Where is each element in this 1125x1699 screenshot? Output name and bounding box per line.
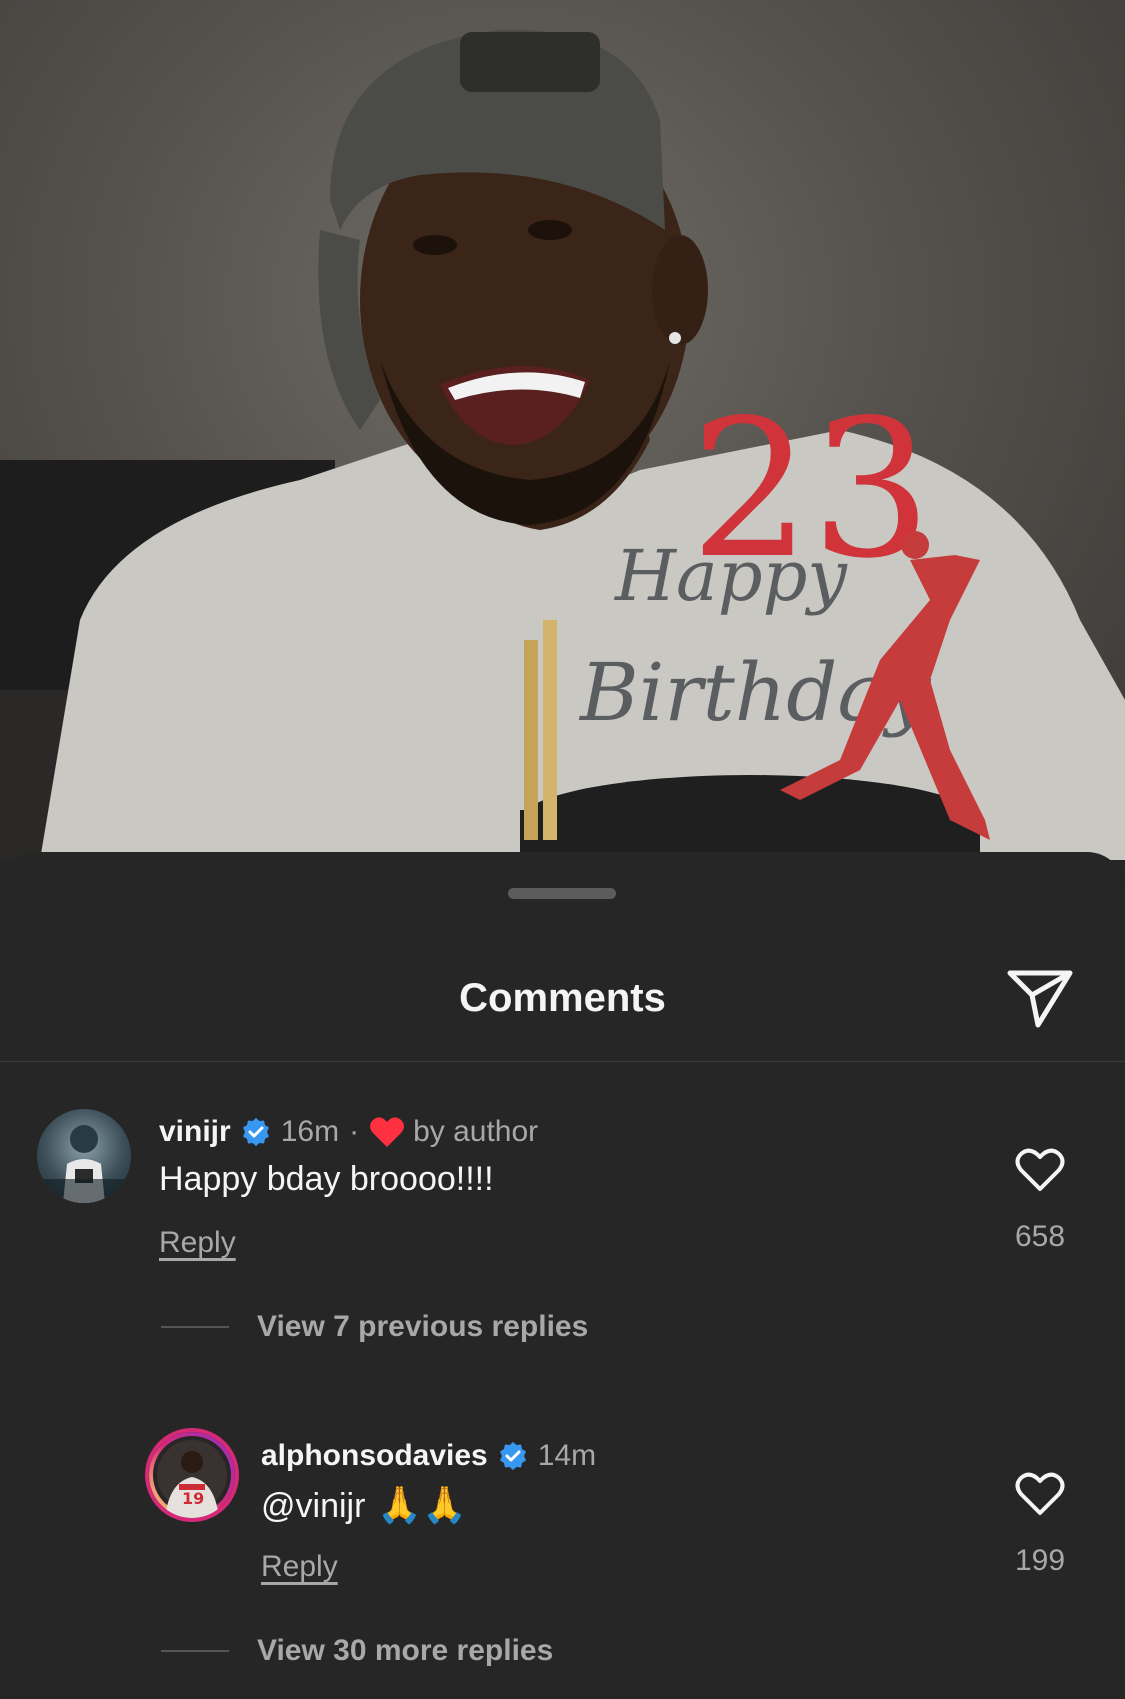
sheet-grabber-handle[interactable] <box>508 888 616 899</box>
like-count: 658 <box>1014 1220 1066 1253</box>
reply-username[interactable]: alphonsodavies <box>261 1439 488 1473</box>
reply-button[interactable]: Reply <box>159 1226 236 1260</box>
post-photo: 23 Happy Birthday <box>0 0 1125 860</box>
comments-sheet: Comments vinijr 16m · by author Happy bd… <box>0 852 1125 1699</box>
view-replies-label: View 30 more replies <box>257 1634 554 1667</box>
comment-timestamp: 16m <box>280 1115 340 1148</box>
reply-button[interactable]: Reply <box>261 1550 338 1584</box>
comment-username[interactable]: vinijr <box>159 1115 231 1149</box>
like-count: 199 <box>1014 1544 1066 1577</box>
thread-line <box>161 1326 229 1328</box>
sheet-title: Comments <box>459 976 666 1020</box>
paper-plane-icon <box>1007 970 1073 1028</box>
avatar[interactable] <box>37 1109 131 1203</box>
reply-text-wrapper: @vinijr 🙏🙏 <box>261 1484 467 1526</box>
view-previous-replies-button[interactable]: View 7 previous replies <box>161 1310 588 1344</box>
svg-text:19: 19 <box>182 1489 204 1508</box>
heart-outline-icon <box>1015 1472 1065 1515</box>
reply-timestamp: 14m <box>537 1439 597 1472</box>
like-button[interactable] <box>1010 1143 1070 1197</box>
verified-badge-icon <box>498 1441 528 1471</box>
praying-hands-emoji: 🙏🙏 <box>377 1484 468 1525</box>
share-button[interactable] <box>1004 962 1076 1034</box>
avatar-image: 19 <box>149 1432 235 1518</box>
comment-text: Happy bday broooo!!!! <box>159 1160 494 1198</box>
like-button[interactable] <box>1010 1467 1070 1521</box>
liked-by-author-label: by author <box>413 1115 539 1148</box>
thread-line <box>161 1650 229 1652</box>
reply-meta: alphonsodavies 14m <box>261 1439 596 1473</box>
reply-text: @vinijr <box>261 1487 366 1525</box>
header-divider <box>0 1061 1125 1062</box>
view-more-replies-button[interactable]: View 30 more replies <box>161 1634 553 1668</box>
verified-badge-icon <box>241 1117 271 1147</box>
avatar-image <box>37 1125 131 1203</box>
meta-separator: · <box>349 1115 360 1148</box>
heart-outline-icon <box>1015 1148 1065 1191</box>
view-replies-label: View 7 previous replies <box>257 1310 589 1343</box>
cake-topper-happy: Happy <box>613 535 848 617</box>
photo-illustration: 23 Happy Birthday <box>0 29 1125 860</box>
avatar[interactable]: 19 <box>149 1432 235 1518</box>
author-liked-heart-icon <box>369 1116 405 1148</box>
comment-meta: vinijr 16m · by author <box>159 1115 538 1149</box>
